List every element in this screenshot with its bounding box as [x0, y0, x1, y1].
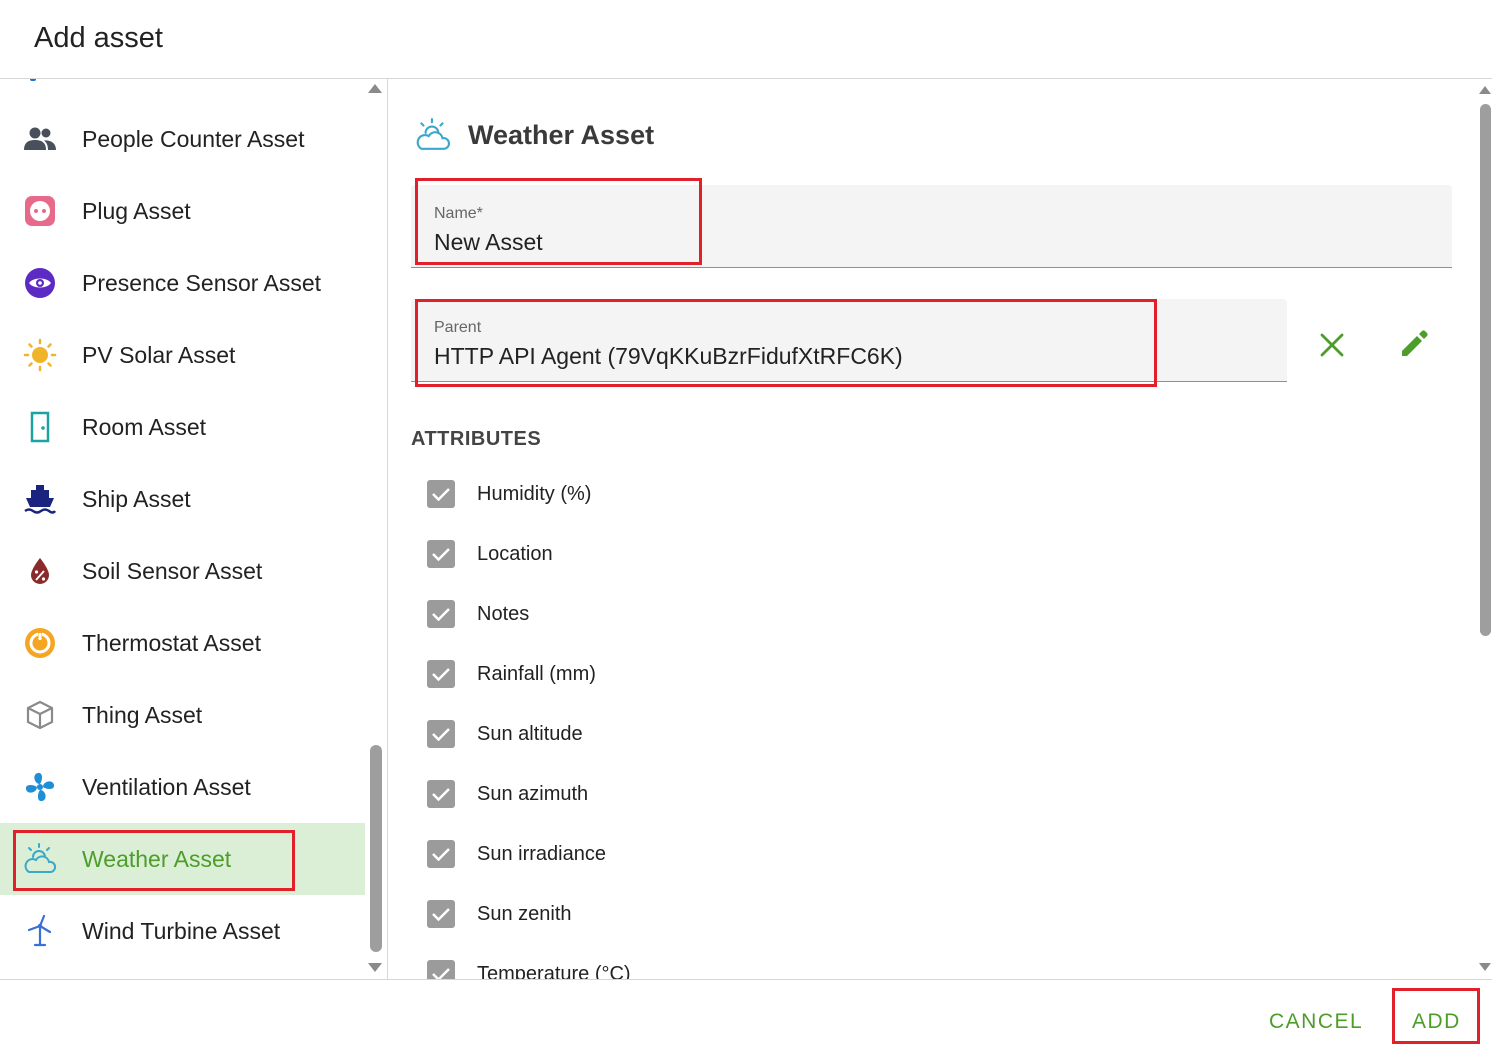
list-item-label: People Counter Asset: [82, 125, 305, 152]
attribute-row[interactable]: Notes: [427, 594, 529, 634]
eye-icon: [22, 265, 58, 301]
attribute-row[interactable]: Rainfall (mm): [427, 654, 596, 694]
fan-icon: [22, 769, 58, 805]
parent-field[interactable]: Parent HTTP API Agent (79VqKKuBzrFidufXt…: [411, 299, 1287, 382]
thermostat-icon: [22, 625, 58, 661]
list-item-label: Room Asset: [82, 413, 206, 440]
plug-icon: [22, 193, 58, 229]
checkbox-checked-icon[interactable]: [427, 480, 455, 508]
list-item-label: Wind Turbine Asset: [82, 917, 281, 944]
weather-icon: [22, 841, 58, 877]
name-field-value[interactable]: New Asset: [434, 229, 543, 256]
clear-parent-button[interactable]: [1314, 327, 1350, 363]
list-item-thing-asset[interactable]: Thing Asset: [0, 679, 365, 751]
list-item-ventilation-asset[interactable]: Ventilation Asset: [0, 751, 365, 823]
checkbox-checked-icon[interactable]: [427, 720, 455, 748]
attribute-label: Sun altitude: [477, 722, 583, 745]
list-item-label: PV Solar Asset: [82, 341, 236, 368]
dialog-footer: CANCEL ADD: [0, 979, 1492, 1054]
cube-icon: [22, 697, 58, 733]
list-scrollbar-thumb[interactable]: [370, 745, 382, 952]
add-button[interactable]: ADD: [1412, 1010, 1461, 1034]
list-item-label: Ventilation Asset: [82, 773, 251, 800]
attribute-row[interactable]: Sun irradiance: [427, 834, 606, 874]
attribute-row[interactable]: Sun zenith: [427, 894, 572, 934]
door-icon: [22, 409, 58, 445]
checkbox-checked-icon[interactable]: [427, 780, 455, 808]
checkbox-checked-icon[interactable]: [427, 900, 455, 928]
attribute-label: Temperature (°C): [477, 962, 631, 980]
sun-icon: [22, 337, 58, 373]
checkbox-checked-icon[interactable]: [427, 960, 455, 979]
attribute-label: Rainfall (mm): [477, 662, 596, 685]
pencil-icon: [1402, 330, 1428, 356]
cancel-button[interactable]: CANCEL: [1269, 1010, 1363, 1034]
checkbox-checked-icon[interactable]: [427, 600, 455, 628]
list-item-label: Thing Asset: [82, 701, 203, 728]
attribute-row[interactable]: Humidity (%): [427, 474, 591, 514]
dialog-title: Add asset: [34, 22, 163, 54]
dialog-header: Add asset: [0, 0, 1492, 79]
list-item-weather-asset[interactable]: Weather Asset: [0, 823, 365, 895]
attribute-label: Sun zenith: [477, 902, 572, 925]
attribute-label: Location: [477, 542, 553, 565]
parent-field-label: Parent: [434, 319, 482, 336]
attributes-heading: ATTRIBUTES: [411, 428, 542, 450]
list-item-label: Presence Sensor Asset: [82, 269, 322, 296]
attribute-label: Notes: [477, 602, 530, 625]
attribute-row[interactable]: Sun azimuth: [427, 774, 588, 814]
list-scroll-down-arrow[interactable]: [368, 963, 382, 972]
list-scroll-up-arrow[interactable]: [368, 84, 382, 93]
edit-parent-button[interactable]: [1394, 324, 1434, 364]
list-item-soil-sensor-asset[interactable]: Soil Sensor Asset: [0, 535, 365, 607]
name-field-label: Name*: [434, 205, 483, 222]
people-icon: [22, 121, 58, 157]
list-item-people-counter-asset[interactable]: People Counter Asset: [0, 103, 365, 175]
detail-scroll-up-arrow[interactable]: [1479, 86, 1491, 94]
checkbox-checked-icon[interactable]: [427, 840, 455, 868]
list-item-label: Ship Asset: [82, 485, 191, 512]
attribute-row[interactable]: Location: [427, 534, 553, 574]
list-item-room-asset[interactable]: Room Asset: [0, 391, 365, 463]
weather-icon: [415, 117, 451, 153]
name-field[interactable]: Name* New Asset: [411, 185, 1452, 268]
attribute-row[interactable]: Temperature (°C): [427, 954, 631, 979]
checkbox-checked-icon[interactable]: [427, 540, 455, 568]
wind-turbine-icon: [22, 913, 58, 949]
asset-type-list[interactable]: People Counter Asset Plug Asset Presence…: [0, 79, 388, 979]
asset-type-title: Weather Asset: [468, 120, 655, 150]
list-item-label: Soil Sensor Asset: [82, 557, 263, 584]
ship-icon: [22, 481, 58, 517]
partial-item-icon: [30, 79, 36, 81]
list-item-wind-turbine-asset[interactable]: Wind Turbine Asset: [0, 895, 365, 967]
list-item-thermostat-asset[interactable]: Thermostat Asset: [0, 607, 365, 679]
close-icon: [1320, 333, 1344, 357]
list-item-label: Thermostat Asset: [82, 629, 261, 656]
asset-detail-panel: Weather Asset Name* New Asset Parent HTT…: [389, 79, 1492, 979]
list-item-ship-asset[interactable]: Ship Asset: [0, 463, 365, 535]
detail-scrollbar-thumb[interactable]: [1480, 104, 1491, 636]
attribute-row[interactable]: Sun altitude: [427, 714, 583, 754]
attribute-label: Sun irradiance: [477, 842, 606, 865]
attribute-label: Sun azimuth: [477, 782, 589, 805]
list-item-plug-asset[interactable]: Plug Asset: [0, 175, 365, 247]
list-item-pv-solar-asset[interactable]: PV Solar Asset: [0, 319, 365, 391]
list-item-presence-sensor-asset[interactable]: Presence Sensor Asset: [0, 247, 365, 319]
list-item-label: Plug Asset: [82, 197, 191, 224]
detail-scroll-down-arrow[interactable]: [1479, 963, 1491, 971]
checkbox-checked-icon[interactable]: [427, 660, 455, 688]
attribute-label: Humidity (%): [477, 482, 592, 505]
parent-field-value[interactable]: HTTP API Agent (79VqKKuBzrFidufXtRFC6K): [434, 343, 903, 370]
list-item-label: Weather Asset: [82, 845, 232, 872]
water-percent-icon: [22, 553, 58, 589]
